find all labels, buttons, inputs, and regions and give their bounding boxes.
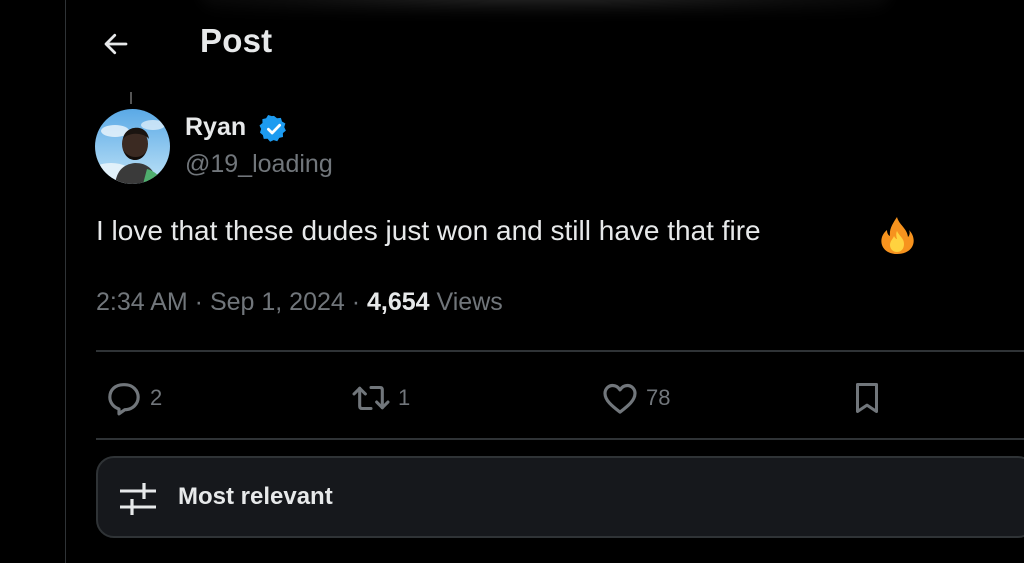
arrow-left-icon <box>104 33 128 55</box>
replies-sort-dropdown[interactable]: Most relevant <box>96 456 1024 538</box>
post-date[interactable]: Sep 1, 2024 <box>210 288 345 316</box>
reply-icon <box>108 383 140 416</box>
left-column-border <box>65 0 66 563</box>
thread-connector-line <box>130 92 132 104</box>
meta-separator: · <box>187 288 210 316</box>
bookmark-button[interactable] <box>848 378 886 418</box>
sliders-icon <box>120 483 156 515</box>
divider <box>96 350 1024 352</box>
back-button[interactable] <box>96 24 136 64</box>
heart-icon <box>603 383 637 414</box>
fire-emoji-icon <box>881 217 914 254</box>
post-metadata: 2:34 AM · Sep 1, 2024 · 4,654 Views <box>96 288 503 317</box>
repost-icon <box>352 385 390 411</box>
repost-count: 1 <box>398 385 411 410</box>
author-display-name[interactable]: Ryan <box>185 113 246 142</box>
page-title: Post <box>200 22 273 59</box>
avatar-image <box>95 109 170 184</box>
divider <box>96 438 1024 440</box>
bookmark-icon <box>855 383 879 413</box>
author-handle[interactable]: @19_loading <box>185 150 333 179</box>
post-text: I love that these dudes just won and sti… <box>96 215 761 246</box>
meta-separator: · <box>344 288 368 316</box>
reply-button[interactable]: 2 <box>104 378 162 418</box>
repost-button[interactable]: 1 <box>350 378 410 418</box>
like-count: 78 <box>646 385 671 410</box>
verified-badge-icon <box>259 115 286 142</box>
top-overlay-shadow <box>200 0 890 12</box>
views-count: 4,654 <box>367 288 430 316</box>
reply-count: 2 <box>150 385 163 410</box>
post-time[interactable]: 2:34 AM <box>96 288 188 316</box>
replies-sort-label: Most relevant <box>178 483 333 510</box>
views-label: Views <box>436 288 503 316</box>
like-button[interactable]: 78 <box>600 378 670 418</box>
avatar[interactable] <box>95 109 170 184</box>
